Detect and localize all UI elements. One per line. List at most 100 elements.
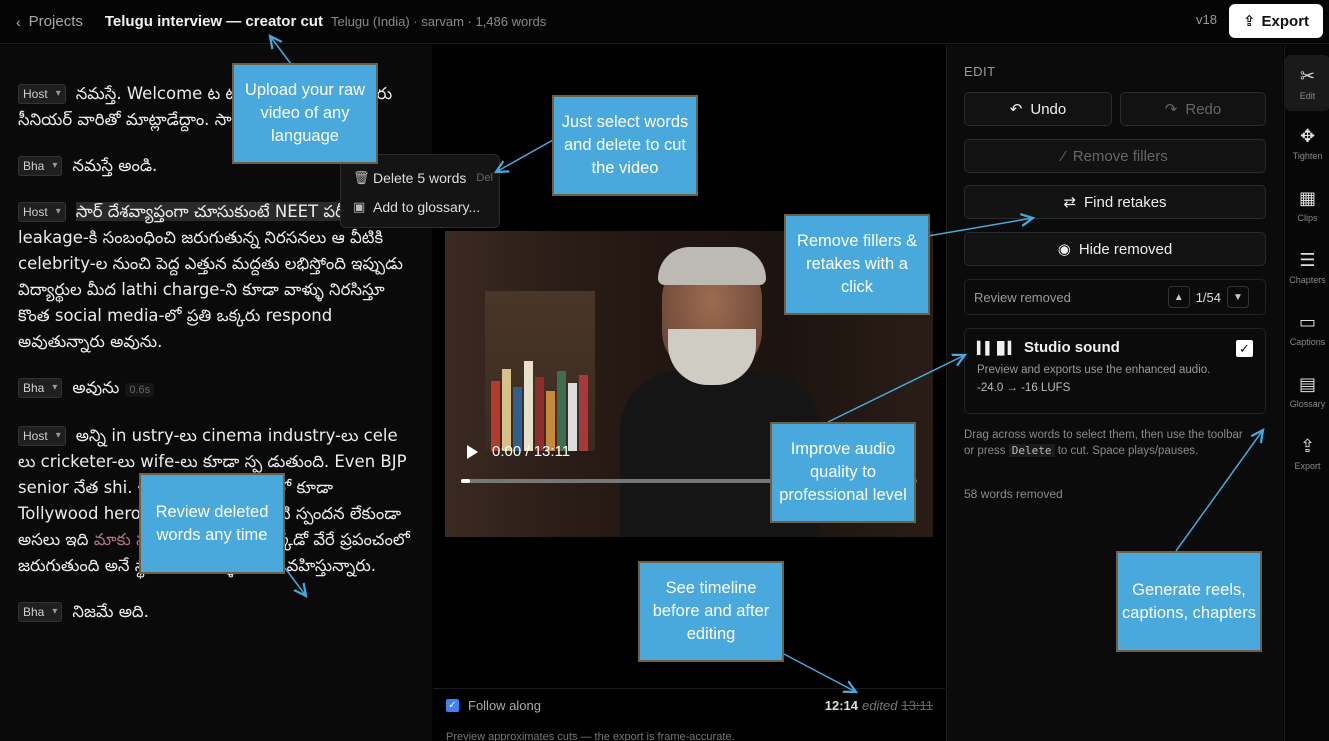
redo-button[interactable]: ↷ Redo bbox=[1120, 92, 1266, 126]
edit-hint: Drag across words to select them, then u… bbox=[964, 429, 1243, 457]
speaker-select[interactable]: Host ▾ bbox=[18, 202, 66, 222]
video-frame-book bbox=[546, 391, 555, 451]
project-title: Telugu interview — creator cut bbox=[104, 13, 323, 30]
video-frame-book bbox=[502, 369, 511, 451]
speaker-select[interactable]: Host ▾ bbox=[18, 84, 66, 104]
top-bar: ‹ Projects Telugu interview — creator cu… bbox=[0, 0, 1329, 44]
captions-icon: ▭ bbox=[1298, 311, 1316, 332]
chevron-down-icon: ▾ bbox=[52, 160, 58, 171]
undo-button[interactable]: ↶ Undo bbox=[964, 92, 1112, 126]
chapters-icon: ☰ bbox=[1299, 249, 1316, 270]
version-badge[interactable]: v18 bbox=[1196, 12, 1217, 27]
bookmark-icon: ▣ bbox=[353, 198, 366, 214]
transcript-paragraph[interactable]: Bha ▾ అవును 0.6s bbox=[18, 375, 414, 403]
chevron-up-icon[interactable]: ▲ bbox=[1167, 286, 1190, 308]
pause-marker[interactable]: 0.6s bbox=[125, 383, 155, 397]
add-to-glossary-menu-item[interactable]: ▣ Add to glossary... bbox=[341, 192, 499, 221]
delete-words-menu-item[interactable]: 🗑 Delete 5 words Del bbox=[341, 163, 499, 192]
studio-sound-description: Preview and exports use the enhanced aud… bbox=[977, 364, 1211, 376]
scissors-icon: ✂ bbox=[1299, 65, 1316, 86]
rail-label: Glossary bbox=[1289, 398, 1326, 409]
delete-key-hint: Delete bbox=[1008, 444, 1055, 457]
follow-along-label: Follow along bbox=[468, 698, 541, 713]
shortcut-hint: Del bbox=[476, 171, 493, 184]
review-nav: ▲ 1/54 ▼ bbox=[1162, 286, 1255, 308]
video-frame-book bbox=[491, 381, 500, 451]
export-label: Export bbox=[1261, 12, 1310, 30]
rail-label: Edit bbox=[1299, 90, 1316, 101]
review-removed-row: Review removed ▲ 1/54 ▼ bbox=[964, 279, 1266, 315]
selected-words[interactable]: సార్ దేశవ్యాప్తంగా చూసుకుంటే NEET పరీక్ష… bbox=[75, 202, 360, 221]
repeat-icon: ⇄ bbox=[1063, 194, 1077, 211]
rail-item-captions[interactable]: ▭ Captions bbox=[1285, 301, 1329, 357]
menu-item-label: Add to glossary... bbox=[373, 198, 481, 215]
rail-label: Captions bbox=[1289, 336, 1326, 347]
preview-footnote: Preview approximates cuts — the export i… bbox=[446, 731, 735, 741]
project-meta: Telugu (India) · sarvam · 1,486 words bbox=[330, 14, 547, 29]
chevron-left-icon: ‹ bbox=[16, 13, 21, 30]
player-controls: 0:00 / 13:11 bbox=[467, 443, 570, 460]
share-icon: ⇪ bbox=[1299, 435, 1316, 456]
hide-removed-button[interactable]: ◉ Hide removed bbox=[964, 232, 1266, 266]
chevron-down-icon: ▾ bbox=[55, 88, 61, 99]
video-frame-book bbox=[513, 387, 522, 451]
edited-duration: 12:14 bbox=[824, 698, 858, 713]
review-removed-label: Review removed bbox=[974, 289, 1071, 305]
player-time: 0:00 / 13:11 bbox=[492, 443, 571, 460]
video-frame-book bbox=[557, 371, 566, 451]
film-icon: ▦ bbox=[1298, 187, 1316, 208]
review-position: 1/54 bbox=[1195, 289, 1221, 305]
speaker-select[interactable]: Bha ▾ bbox=[18, 602, 63, 622]
video-frame-bookshelf bbox=[485, 291, 595, 451]
callout-timeline: See timeline before and after editing bbox=[638, 561, 784, 662]
tool-rail: ✂ Edit ✥ Tighten ▦ Clips ☰ Chapters ▭ Ca… bbox=[1284, 45, 1329, 741]
timeline-duration: 12:14 edited 13:11 bbox=[825, 698, 933, 713]
video-frame-hair bbox=[658, 247, 766, 285]
original-duration: 13:11 bbox=[901, 698, 933, 713]
follow-along-checkbox[interactable]: ✓ bbox=[446, 699, 459, 712]
progress-fill bbox=[461, 479, 471, 483]
studio-sound-lufs: -24.0 → -16 LUFS bbox=[977, 382, 1071, 394]
play-icon[interactable] bbox=[467, 444, 478, 459]
menu-item-label: Delete 5 words bbox=[373, 169, 467, 186]
rail-item-glossary[interactable]: ▤ Glossary bbox=[1285, 363, 1329, 419]
rail-item-clips[interactable]: ▦ Clips bbox=[1285, 177, 1329, 233]
follow-along-bar: ✓ Follow along 12:14 edited 13:11 bbox=[433, 688, 945, 722]
rail-item-export[interactable]: ⇪ Export bbox=[1285, 425, 1329, 481]
back-to-projects[interactable]: ‹ Projects bbox=[16, 13, 83, 30]
video-frame-book bbox=[524, 361, 533, 451]
rail-label: Tighten bbox=[1292, 150, 1323, 161]
rail-label: Export bbox=[1294, 460, 1321, 471]
chevron-down-icon: ▾ bbox=[52, 606, 58, 617]
rail-item-edit[interactable]: ✂ Edit bbox=[1285, 55, 1329, 111]
trash-icon: 🗑 bbox=[353, 169, 370, 185]
chevron-down-icon: ▾ bbox=[55, 430, 61, 441]
speaker-select[interactable]: Bha ▾ bbox=[18, 156, 63, 176]
callout-select: Just select words and delete to cut the … bbox=[552, 95, 698, 196]
callout-upload: Upload your raw video of any language bbox=[232, 63, 378, 164]
rail-item-tighten[interactable]: ✥ Tighten bbox=[1285, 115, 1329, 171]
video-frame-book bbox=[535, 377, 544, 451]
paragraph-text[interactable]: నిజమే అది. bbox=[72, 602, 148, 621]
undo-icon: ↶ bbox=[1009, 101, 1023, 118]
chevron-down-icon: ▾ bbox=[55, 206, 61, 217]
chevron-down-icon[interactable]: ▼ bbox=[1227, 286, 1249, 308]
wand-icon: ⁄ bbox=[1062, 147, 1065, 165]
tighten-icon: ✥ bbox=[1299, 125, 1316, 146]
paragraph-text[interactable]: అవును bbox=[72, 378, 119, 397]
speaker-select[interactable]: Host ▾ bbox=[18, 426, 66, 446]
transcript-paragraph[interactable]: Bha ▾ నిజమే అది. bbox=[18, 599, 414, 625]
remove-fillers-button[interactable]: ⁄ Remove fillers bbox=[964, 139, 1266, 173]
edited-label: edited bbox=[862, 698, 898, 713]
rail-label: Clips bbox=[1297, 212, 1318, 223]
callout-fillers: Remove fillers & retakes with a click bbox=[784, 214, 930, 315]
find-retakes-button[interactable]: ⇄ Find retakes bbox=[964, 185, 1266, 219]
rail-item-chapters[interactable]: ☰ Chapters bbox=[1285, 239, 1329, 295]
word-context-menu: 🗑 Delete 5 words Del ▣ Add to glossary..… bbox=[340, 154, 500, 228]
speaker-select[interactable]: Bha ▾ bbox=[18, 378, 63, 398]
upload-icon: ⇪ bbox=[1242, 13, 1256, 30]
paragraph-text[interactable]: నమస్తే అండి. bbox=[72, 156, 157, 175]
export-button[interactable]: ⇪ Export bbox=[1229, 4, 1323, 38]
studio-sound-checkbox[interactable]: ✓ bbox=[1236, 340, 1253, 357]
back-label: Projects bbox=[28, 13, 83, 30]
